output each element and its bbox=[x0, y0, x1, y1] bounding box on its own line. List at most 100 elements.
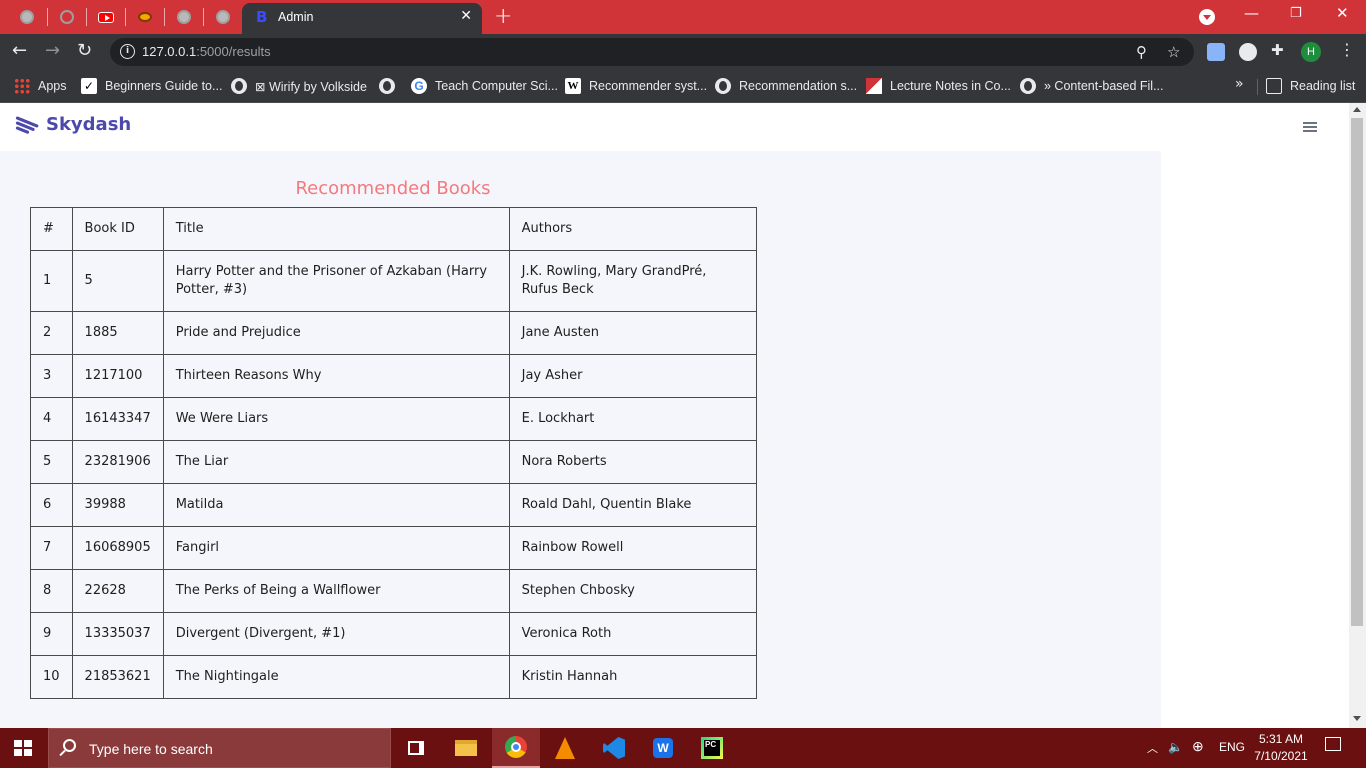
reload-button[interactable]: ↻ bbox=[77, 40, 92, 61]
globe-icon bbox=[231, 78, 247, 94]
app-navbar: Skydash bbox=[0, 103, 1349, 151]
bookmark-wirify[interactable]: ⊠ Wirify by Volkside bbox=[231, 77, 367, 95]
row-index: 1 bbox=[30, 250, 73, 312]
chrome-icon[interactable] bbox=[492, 728, 540, 768]
extension-icon[interactable] bbox=[1239, 43, 1257, 61]
tab-6[interactable] bbox=[204, 6, 242, 28]
globe-icon bbox=[20, 10, 34, 24]
tab-title: Admin bbox=[278, 10, 314, 24]
notifications-icon[interactable] bbox=[1325, 737, 1341, 751]
search-placeholder: Type here to search bbox=[89, 741, 213, 757]
book-authors-cell: Stephen Chbosky bbox=[508, 569, 758, 613]
bookmark-label: Lecture Notes in Co... bbox=[890, 79, 1011, 93]
book-authors-cell: Rainbow Rowell bbox=[508, 526, 758, 570]
bookmarks-overflow-button[interactable]: » bbox=[1235, 76, 1244, 92]
table-row: 3 1217100 Thirteen Reasons Why Jay Asher bbox=[30, 354, 758, 398]
scroll-thumb[interactable] bbox=[1351, 118, 1363, 626]
bookmark-lecture-notes[interactable]: Lecture Notes in Co... bbox=[866, 77, 1011, 95]
tab-2[interactable] bbox=[48, 6, 86, 28]
row-index: 5 bbox=[30, 440, 73, 484]
book-id-cell: 21853621 bbox=[71, 655, 164, 699]
tray-overflow-icon[interactable]: ︿ bbox=[1147, 740, 1158, 756]
close-tab-icon[interactable]: ✕ bbox=[460, 8, 472, 24]
tab-1[interactable] bbox=[8, 6, 46, 28]
book-title-cell: Fangirl bbox=[162, 526, 510, 570]
forward-button[interactable]: → bbox=[45, 40, 60, 61]
bookmark-content-based[interactable]: » Content-based Fil... bbox=[1020, 77, 1164, 95]
check-icon: ✓ bbox=[81, 78, 97, 94]
minimize-button[interactable]: — bbox=[1244, 4, 1259, 22]
bookmark-label: ⊠ Wirify by Volkside bbox=[255, 79, 367, 94]
wps-icon[interactable]: W bbox=[639, 728, 687, 768]
table-body: 1 5 Harry Potter and the Prisoner of Azkab… bbox=[30, 250, 758, 699]
taskbar-clock[interactable]: 5:31 AM 7/10/2021 bbox=[1248, 731, 1314, 765]
book-authors-cell: Veronica Roth bbox=[508, 612, 758, 656]
bootstrap-icon: B bbox=[256, 8, 268, 26]
vscode-icon[interactable] bbox=[590, 728, 638, 768]
language-indicator[interactable]: ENG bbox=[1219, 740, 1245, 754]
book-title-cell: The Perks of Being a Wallflower bbox=[162, 569, 510, 613]
eye-icon bbox=[138, 12, 152, 22]
book-id-cell: 5 bbox=[71, 250, 164, 312]
zoom-icon[interactable]: ⚲ bbox=[1136, 43, 1147, 61]
close-window-button[interactable]: ✕ bbox=[1336, 4, 1349, 22]
back-button[interactable]: ← bbox=[12, 40, 27, 61]
tab-4[interactable] bbox=[126, 6, 164, 28]
new-tab-button[interactable]: + bbox=[494, 4, 512, 29]
scroll-down-icon[interactable] bbox=[1353, 716, 1361, 721]
book-title-cell: The Liar bbox=[162, 440, 510, 484]
network-globe-icon[interactable]: ⊕ bbox=[1192, 738, 1204, 755]
row-index: 2 bbox=[30, 311, 73, 355]
address-bar[interactable]: i 127.0.0.1:5000/results ⚲ ☆ bbox=[110, 38, 1194, 66]
book-title-cell: Divergent (Divergent, #1) bbox=[162, 612, 510, 656]
tab-search-icon[interactable] bbox=[1199, 9, 1215, 25]
book-authors-cell: J.K. Rowling, Mary GrandPré, Rufus Beck bbox=[508, 250, 758, 312]
profile-avatar[interactable]: H bbox=[1301, 42, 1321, 62]
globe-icon bbox=[216, 10, 230, 24]
bookmark-globe[interactable] bbox=[379, 77, 403, 95]
table-row: 8 22628 The Perks of Being a Wallflower Ste… bbox=[30, 569, 758, 613]
pycharm-icon[interactable]: PC bbox=[688, 728, 736, 768]
browser-toolbar: ← → ↻ i 127.0.0.1:5000/results ⚲ ☆ ✚ H ⋮ bbox=[0, 34, 1366, 70]
recommended-books-table: # Book ID Title Authors 1 5 Harry Potter a… bbox=[30, 207, 758, 699]
table-row: 5 23281906 The Liar Nora Roberts bbox=[30, 440, 758, 484]
restore-button[interactable]: ❐ bbox=[1290, 6, 1302, 21]
search-icon bbox=[63, 739, 76, 752]
taskbar-search-box[interactable]: Type here to search bbox=[48, 728, 391, 768]
bookmark-star-icon[interactable]: ☆ bbox=[1167, 43, 1180, 61]
brand-link[interactable]: Skydash bbox=[15, 113, 131, 135]
tab-5[interactable] bbox=[165, 6, 203, 28]
right-panel bbox=[1161, 151, 1349, 728]
file-explorer-icon[interactable] bbox=[442, 728, 490, 768]
column-header: Book ID bbox=[71, 207, 164, 251]
book-authors-cell: Roald Dahl, Quentin Blake bbox=[508, 483, 758, 527]
task-view-icon[interactable] bbox=[392, 728, 440, 768]
book-authors-cell: E. Lockhart bbox=[508, 397, 758, 441]
scroll-up-icon[interactable] bbox=[1353, 107, 1361, 112]
bookmark-recommendation-s[interactable]: Recommendation s... bbox=[715, 77, 857, 95]
puzzle-extensions-icon[interactable]: ✚ bbox=[1271, 41, 1289, 59]
tab-3[interactable] bbox=[87, 6, 125, 28]
windows-start-icon[interactable] bbox=[14, 740, 32, 756]
bookmark-teach-cs[interactable]: G Teach Computer Sci... bbox=[411, 77, 558, 95]
book-id-cell: 22628 bbox=[71, 569, 164, 613]
bookmark-beginners-guide[interactable]: ✓ Beginners Guide to... bbox=[81, 77, 222, 95]
page-scrollbar[interactable] bbox=[1349, 103, 1366, 728]
book-authors-cell: Jay Asher bbox=[508, 354, 758, 398]
screen-capture-icon[interactable] bbox=[1207, 43, 1225, 61]
book-title-cell: Pride and Prejudice bbox=[162, 311, 510, 355]
reading-list-label: Reading list bbox=[1290, 79, 1356, 93]
book-title-cell: The Nightingale bbox=[162, 655, 510, 699]
url-path: :5000/results bbox=[196, 44, 271, 59]
menu-kebab-icon[interactable]: ⋮ bbox=[1339, 40, 1355, 59]
table-row: 1 5 Harry Potter and the Prisoner of Azkab… bbox=[30, 250, 758, 312]
bookmark-apps[interactable]: Apps bbox=[14, 77, 67, 95]
vlc-icon[interactable] bbox=[541, 728, 589, 768]
site-info-icon[interactable]: i bbox=[120, 44, 135, 59]
volume-icon[interactable]: 🔈 bbox=[1168, 740, 1183, 754]
bookmark-recommender-syst[interactable]: W Recommender syst... bbox=[565, 77, 707, 95]
book-title-cell: We Were Liars bbox=[162, 397, 510, 441]
active-tab[interactable]: B Admin ✕ bbox=[242, 3, 482, 34]
reading-list-button[interactable]: Reading list bbox=[1266, 77, 1355, 95]
hamburger-menu-icon[interactable] bbox=[1303, 122, 1317, 133]
